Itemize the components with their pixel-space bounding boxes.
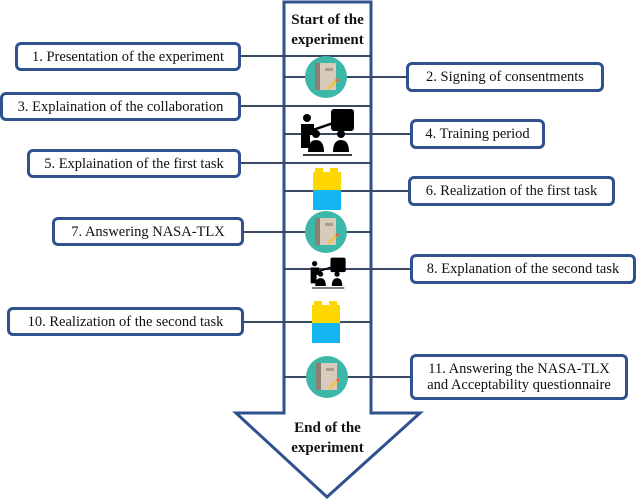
step-1-box: 1. Presentation of the experiment — [15, 42, 241, 71]
step-7-box: 7. Answering NASA-TLX — [52, 217, 244, 246]
step-6-box: 6. Realization of the first task — [408, 176, 615, 206]
step-4-label: 4. Training period — [425, 126, 530, 142]
step-3-label: 3. Explaination of the collaboration — [17, 98, 224, 115]
step-1-label: 1. Presentation of the experiment — [31, 48, 225, 65]
step-5-box: 5. Explaination of the first task — [27, 149, 241, 178]
step-7-label: 7. Answering NASA-TLX — [71, 223, 225, 240]
notebook-icon — [306, 356, 348, 398]
step-2-label: 2. Signing of consentments — [426, 69, 584, 85]
step-4-box: 4. Training period — [410, 119, 545, 149]
step-5-label: 5. Explaination of the first task — [44, 155, 224, 172]
step-10-label: 10. Realization of the second task — [27, 313, 224, 330]
step-10-box: 10. Realization of the second task — [7, 307, 244, 336]
step-11-label-line2: and Acceptability questionnaire — [427, 377, 611, 393]
experiment-procedure-diagram: Start of the experiment End of the exper… — [0, 0, 640, 503]
start-label-line2: experiment — [291, 32, 364, 48]
step-8-box: 8. Explanation of the second task — [410, 254, 636, 284]
end-label-line2: experiment — [291, 440, 364, 456]
end-label-line1: End of the — [294, 420, 361, 436]
step-11-box: 11. Answering the NASA-TLX and Acceptabi… — [410, 354, 628, 400]
lego-brick-icon — [312, 301, 340, 343]
step-2-box: 2. Signing of consentments — [406, 62, 604, 92]
end-label: End of the experiment — [280, 418, 375, 458]
notebook-icon — [305, 56, 347, 98]
start-label: Start of the experiment — [284, 10, 371, 50]
start-label-line1: Start of the — [291, 12, 364, 28]
notebook-icon — [305, 211, 347, 253]
step-3-box: 3. Explaination of the collaboration — [0, 92, 241, 121]
step-11-label-line1: 11. Answering the NASA-TLX — [428, 361, 610, 377]
step-8-label: 8. Explanation of the second task — [426, 261, 620, 277]
lego-brick-icon — [313, 168, 341, 210]
step-6-label: 6. Realization of the first task — [425, 183, 598, 199]
